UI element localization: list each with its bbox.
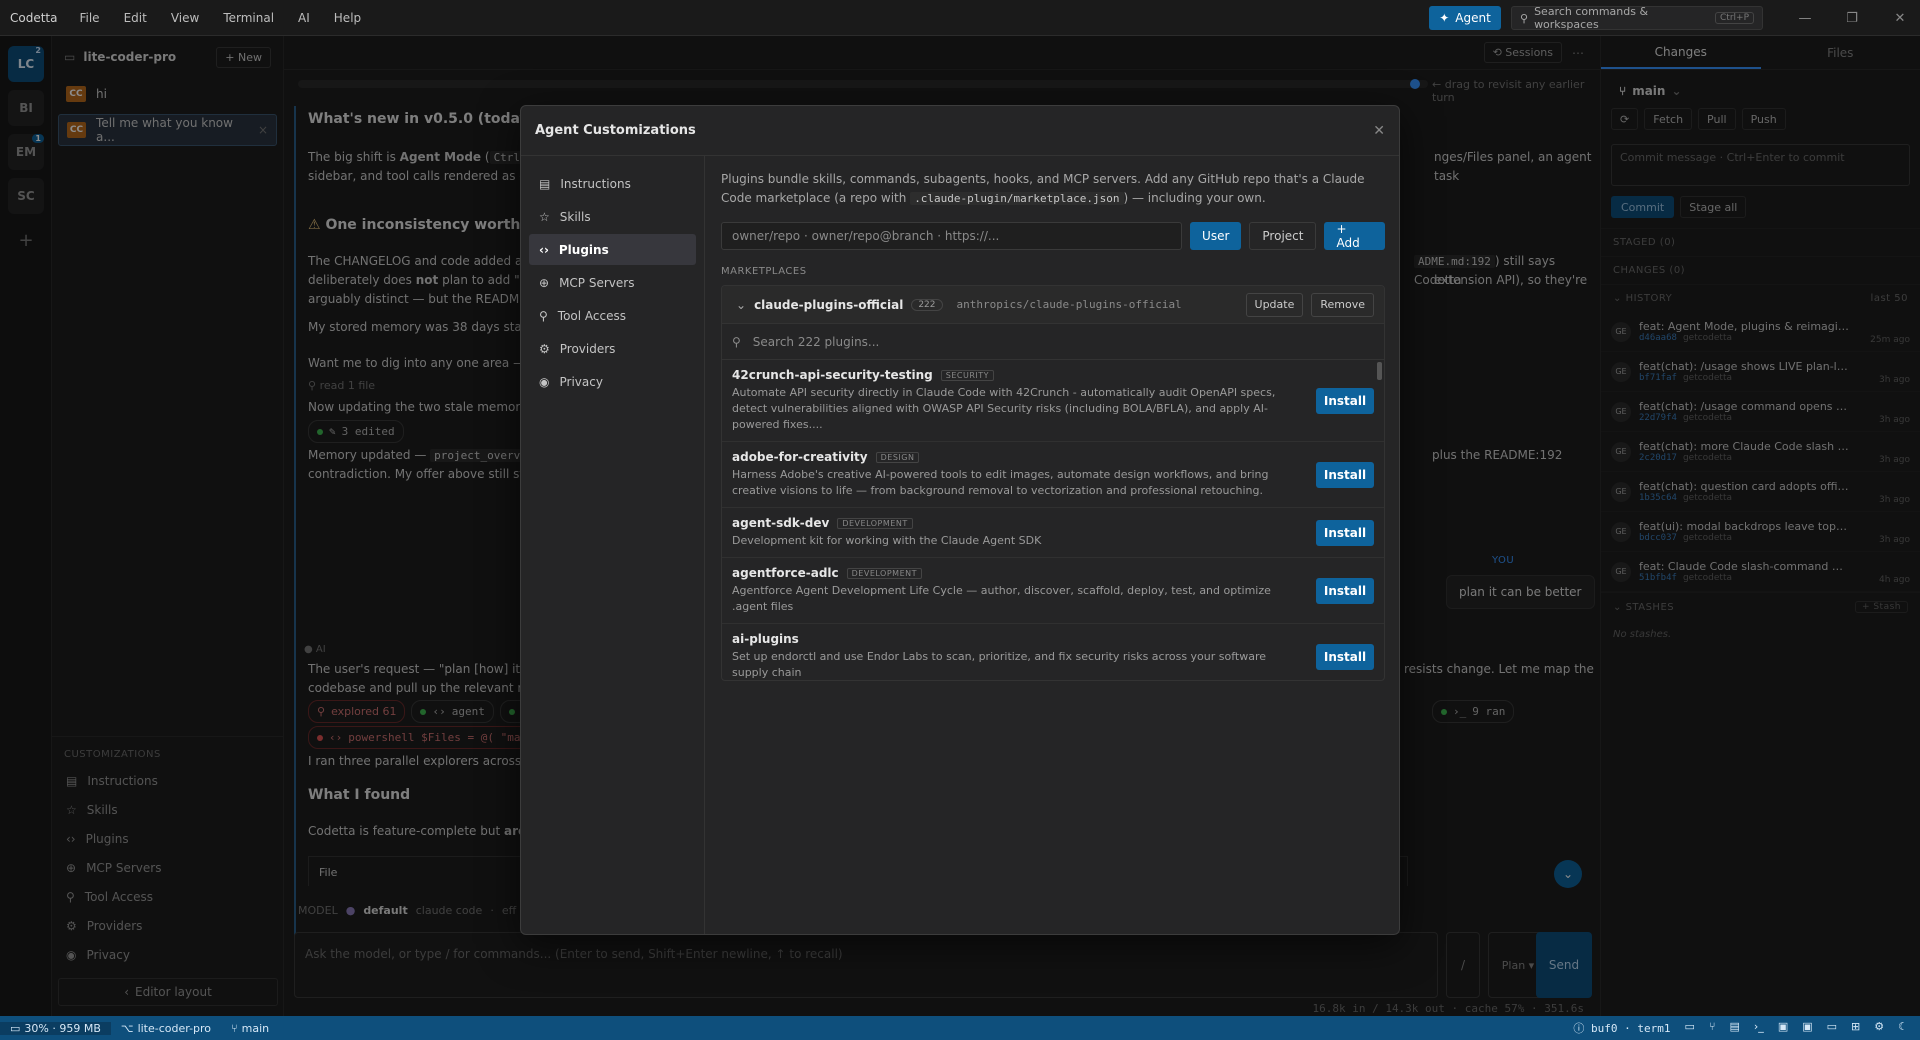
- plugin-row: adobe-for-creativity DESIGN Harness Adobe'…: [722, 442, 1384, 508]
- nav-privacy[interactable]: ◉ Privacy: [529, 366, 696, 397]
- panel-icon[interactable]: ▤: [1730, 1020, 1740, 1036]
- install-button[interactable]: Install: [1316, 643, 1374, 670]
- nav-plugins[interactable]: ‹› Plugins: [529, 234, 696, 265]
- repo-input[interactable]: owner/repo · owner/repo@branch · https:/…: [721, 222, 1183, 250]
- gear-icon: ⚙: [539, 341, 550, 356]
- shortcut-hint: Ctrl+P: [1715, 12, 1754, 24]
- plugin-description: Automate API security directly in Claude…: [732, 386, 1276, 431]
- nav-instructions[interactable]: ▤ Instructions: [529, 168, 696, 199]
- status-icons: ⓘ buf0 · term1 ▭ ⑂ ▤ ›_ ▣ ▣ ▭ ⊞ ⚙ ☾: [1573, 1020, 1920, 1036]
- search-icon: ⚲: [1520, 11, 1529, 25]
- agent-button[interactable]: ✦ Agent: [1429, 6, 1501, 30]
- memory-status[interactable]: ▭ 30% · 959 MB: [0, 1021, 111, 1035]
- minimize-icon[interactable]: —: [1785, 0, 1825, 36]
- search-icon: ⚲: [732, 334, 741, 349]
- folder-icon[interactable]: ▭: [1684, 1020, 1694, 1036]
- save-icon[interactable]: ▣: [1778, 1020, 1788, 1036]
- scrollbar[interactable]: [1377, 362, 1382, 380]
- install-button[interactable]: Install: [1316, 461, 1374, 488]
- search-icon: ⚲: [539, 308, 548, 323]
- plugin-count-badge: 222: [911, 298, 943, 311]
- menu-terminal[interactable]: Terminal: [211, 11, 286, 25]
- terminal-status[interactable]: ⓘ buf0 · term1: [1573, 1020, 1670, 1036]
- menu-ai[interactable]: AI: [286, 11, 322, 25]
- workspace-status[interactable]: ⌥ lite-coder-pro: [111, 1022, 221, 1035]
- plugin-category-tag: DEVELOPMENT: [837, 517, 913, 529]
- marketplaces-label: MARKETPLACES: [721, 266, 807, 277]
- menu-view[interactable]: View: [159, 11, 211, 25]
- marketplace-repo: anthropics/claude-plugins-official: [956, 298, 1182, 311]
- plugin-name: agent-sdk-dev: [732, 516, 830, 530]
- status-bar: ▭ 30% · 959 MB ⌥ lite-coder-pro ⑂ main ⓘ …: [0, 1016, 1920, 1040]
- nav-skills[interactable]: ☆ Skills: [529, 201, 696, 232]
- monitor-icon: ▭: [10, 1021, 21, 1035]
- plugin-row: 42crunch-api-security-testing SECURITY Aut…: [722, 360, 1384, 442]
- close-window-icon[interactable]: ✕: [1880, 0, 1920, 36]
- restore-icon[interactable]: ❐: [1832, 0, 1872, 36]
- scope-project-button[interactable]: Project: [1249, 222, 1317, 250]
- nav-tool-access[interactable]: ⚲ Tool Access: [529, 300, 696, 331]
- plugin-description: Development kit for working with the Cla…: [732, 534, 1042, 547]
- scope-user-button[interactable]: User: [1190, 222, 1242, 250]
- star-icon: ☆: [539, 209, 550, 224]
- plugin-row: agentforce-adlc DEVELOPMENT Agentforce Age…: [722, 558, 1384, 624]
- code-icon: ‹›: [539, 242, 549, 257]
- branch-icon[interactable]: ⑂: [1709, 1020, 1716, 1036]
- sparkle-icon: ✦: [1439, 11, 1450, 25]
- plugin-name: 42crunch-api-security-testing: [732, 368, 933, 382]
- theme-icon[interactable]: ☾: [1898, 1020, 1908, 1036]
- plugin-list: 42crunch-api-security-testing SECURITY Aut…: [722, 360, 1384, 680]
- plugin-search[interactable]: ⚲ Search 222 plugins...: [722, 324, 1384, 360]
- plugins-pane: Plugins bundle skills, commands, subagen…: [705, 156, 1399, 934]
- plugin-name: ai-plugins: [732, 632, 799, 646]
- modal-nav: ▤ Instructions ☆ Skills ‹› Plugins ⊕ MCP Ser…: [521, 156, 705, 934]
- plugin-row: ai-plugins Set up endorctl and use Endor …: [722, 624, 1384, 680]
- plugin-name: agentforce-adlc: [732, 566, 839, 580]
- save-all-icon[interactable]: ▣: [1802, 1020, 1812, 1036]
- eye-icon: ◉: [539, 374, 550, 389]
- terminal-icon[interactable]: ›_: [1754, 1020, 1764, 1036]
- menu-help[interactable]: Help: [322, 11, 373, 25]
- plugin-category-tag: DESIGN: [875, 451, 920, 463]
- branch-status[interactable]: ⑂ main: [221, 1022, 279, 1035]
- menu-file[interactable]: File: [67, 11, 111, 25]
- install-button[interactable]: Install: [1316, 387, 1374, 414]
- plugins-description: Plugins bundle skills, commands, subagen…: [721, 172, 1365, 205]
- globe-icon: ⊕: [539, 275, 550, 290]
- marketplace-name: claude-plugins-official: [754, 297, 904, 312]
- modal-header: Agent Customizations ✕: [521, 106, 1399, 156]
- plugin-name: adobe-for-creativity: [732, 450, 868, 464]
- remove-button[interactable]: Remove: [1311, 292, 1374, 317]
- nav-providers[interactable]: ⚙ Providers: [529, 333, 696, 364]
- chevron-down-icon[interactable]: ⌄: [736, 298, 746, 312]
- document-icon: ▤: [539, 176, 551, 191]
- plugin-description: Agentforce Agent Development Life Cycle …: [732, 584, 1271, 613]
- open-folder-icon[interactable]: ▭: [1827, 1020, 1837, 1036]
- plugin-description: Set up endorctl and use Endor Labs to sc…: [732, 650, 1267, 679]
- top-bar: Codetta File Edit View Terminal AI Help …: [0, 0, 1920, 36]
- gear-icon[interactable]: ⚙: [1874, 1020, 1884, 1036]
- plugin-category-tag: DEVELOPMENT: [846, 567, 923, 579]
- command-search[interactable]: ⚲ Search commands & workspaces Ctrl+P: [1511, 5, 1763, 31]
- plugin-description: Harness Adobe's creative AI-powered tool…: [732, 468, 1269, 497]
- menu-edit[interactable]: Edit: [112, 11, 159, 25]
- add-marketplace-button[interactable]: + Add: [1324, 222, 1385, 250]
- nav-mcp-servers[interactable]: ⊕ MCP Servers: [529, 267, 696, 298]
- app-brand: Codetta: [10, 10, 58, 25]
- update-button[interactable]: Update: [1245, 292, 1304, 317]
- install-button[interactable]: Install: [1316, 519, 1374, 546]
- marketplace-card: ⌄ claude-plugins-official 222 anthropics…: [721, 285, 1385, 681]
- plugin-category-tag: SECURITY: [940, 369, 995, 381]
- install-button[interactable]: Install: [1316, 577, 1374, 604]
- add-marketplace-row: owner/repo · owner/repo@branch · https:/…: [721, 222, 1385, 250]
- extensions-icon[interactable]: ⊞: [1851, 1020, 1860, 1036]
- agent-customizations-modal: Agent Customizations ✕ ▤ Instructions ☆ Sk…: [520, 105, 1400, 935]
- marketplace-header: ⌄ claude-plugins-official 222 anthropics…: [722, 286, 1384, 324]
- menu-bar: File Edit View Terminal AI Help: [67, 11, 373, 25]
- plugin-row: agent-sdk-dev DEVELOPMENT Development kit …: [722, 508, 1384, 558]
- close-icon[interactable]: ✕: [1373, 123, 1385, 139]
- modal-title: Agent Customizations: [535, 123, 696, 138]
